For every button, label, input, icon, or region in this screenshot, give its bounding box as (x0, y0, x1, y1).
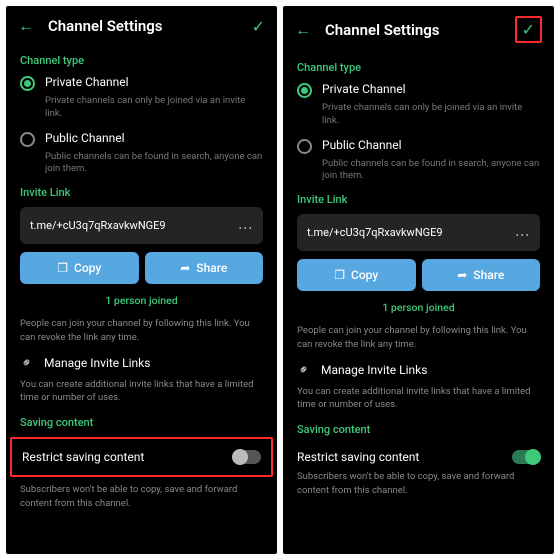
option-public-channel[interactable]: Public Channel (20, 131, 263, 147)
joined-count[interactable]: 1 person joined (20, 294, 263, 307)
share-icon: ➦ (457, 268, 467, 282)
share-button[interactable]: ➦ Share (145, 252, 264, 284)
highlight-box: Restrict saving content (10, 437, 273, 477)
radio-icon (20, 132, 35, 147)
page-title: Channel Settings (48, 17, 252, 35)
copy-button[interactable]: ❐ Copy (297, 259, 416, 291)
radio-icon (297, 139, 312, 154)
radio-icon (297, 83, 312, 98)
back-icon[interactable]: ← (295, 20, 311, 40)
copy-icon: ❐ (334, 268, 345, 282)
joined-count[interactable]: 1 person joined (297, 301, 540, 314)
share-icon: ➦ (180, 261, 190, 275)
section-channel-type: Channel type (20, 54, 263, 67)
page-title: Channel Settings (325, 21, 515, 39)
section-saving-content: Saving content (20, 416, 263, 429)
copy-button[interactable]: ❐ Copy (20, 252, 139, 284)
screen-left: ← Channel Settings ✓ Channel type Privat… (6, 6, 277, 554)
header: ← Channel Settings ✓ (283, 6, 554, 51)
more-icon[interactable]: ⋮ (237, 221, 253, 231)
option-public-channel[interactable]: Public Channel (297, 138, 540, 154)
share-button[interactable]: ➦ Share (422, 259, 541, 291)
option-private-channel[interactable]: Private Channel (297, 82, 540, 98)
header: ← Channel Settings ✓ (6, 6, 277, 44)
link-icon: ⚭ (17, 353, 37, 373)
invite-link-field[interactable]: t.me/+cU3q7qRxavkwNGE9 ⋮ (297, 214, 540, 251)
restrict-saving-row[interactable]: Restrict saving content (297, 444, 540, 470)
invite-link-field[interactable]: t.me/+cU3q7qRxavkwNGE9 ⋮ (20, 207, 263, 244)
manage-invite-links[interactable]: ⚭ Manage Invite Links (20, 356, 263, 370)
radio-icon (20, 76, 35, 91)
restrict-saving-row[interactable]: Restrict saving content (22, 444, 261, 470)
section-channel-type: Channel type (297, 61, 540, 74)
back-icon[interactable]: ← (18, 16, 34, 36)
link-icon: ⚭ (294, 360, 314, 380)
confirm-icon[interactable]: ✓ (252, 17, 265, 36)
section-invite-link: Invite Link (20, 186, 263, 199)
copy-icon: ❐ (57, 261, 68, 275)
more-icon[interactable]: ⋮ (514, 228, 530, 238)
screen-right: ← Channel Settings ✓ Channel type Privat… (283, 6, 554, 554)
toggle-off-icon[interactable] (233, 450, 261, 464)
manage-invite-links[interactable]: ⚭ Manage Invite Links (297, 363, 540, 377)
section-saving-content: Saving content (297, 423, 540, 436)
option-private-channel[interactable]: Private Channel (20, 75, 263, 91)
section-invite-link: Invite Link (297, 193, 540, 206)
toggle-on-icon[interactable] (512, 450, 540, 464)
confirm-icon[interactable]: ✓ (515, 16, 542, 43)
